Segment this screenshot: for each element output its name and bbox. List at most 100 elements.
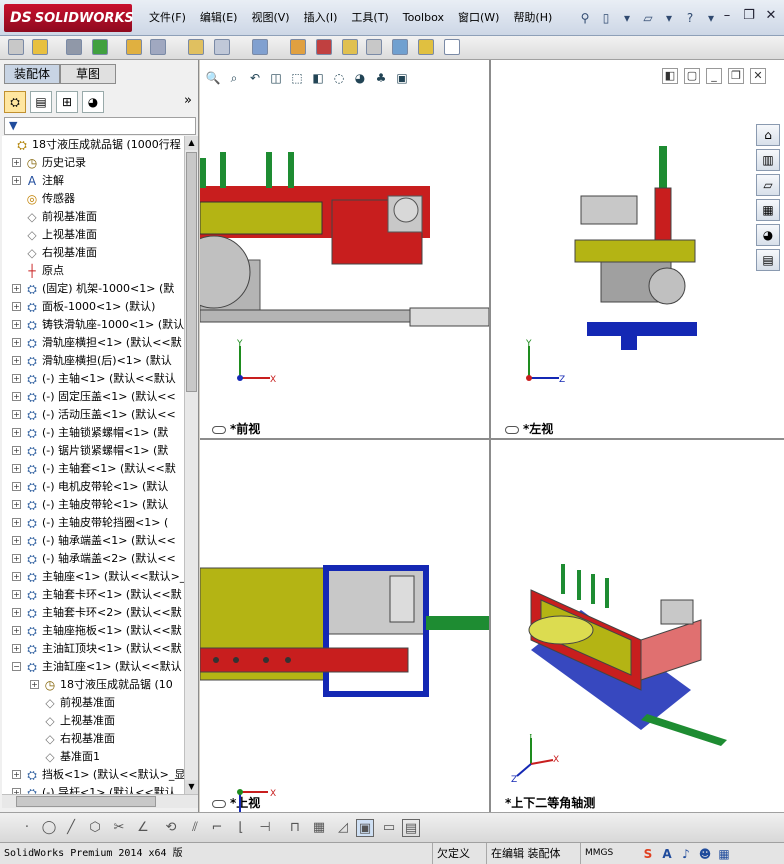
tab-assembly[interactable]: 装配体: [4, 64, 60, 84]
point-icon[interactable]: ·: [18, 819, 36, 837]
feature-manager-icon[interactable]: ⛭: [4, 91, 26, 113]
viewport-horizontal-splitter[interactable]: [200, 438, 784, 440]
appearance-manager-icon[interactable]: ◕: [82, 91, 104, 113]
linear-pattern-icon[interactable]: [92, 39, 108, 55]
instant3d-icon[interactable]: [444, 39, 460, 55]
expand-icon[interactable]: +: [12, 356, 21, 365]
status-units[interactable]: MMGS: [580, 843, 617, 864]
expand-icon[interactable]: +: [12, 158, 21, 167]
tree-item[interactable]: + ⛭ 主轴座<1> (默认<<默认>_: [2, 568, 184, 586]
new-motion-study-icon[interactable]: [290, 39, 306, 55]
expand-icon[interactable]: +: [12, 446, 21, 455]
tree-item[interactable]: ◇ 右视基准面: [2, 730, 184, 748]
tree-item[interactable]: + ⛭ 主油缸顶块<1> (默认<<默: [2, 640, 184, 658]
expand-icon[interactable]: +: [12, 500, 21, 509]
trim-icon[interactable]: ✂: [110, 819, 128, 837]
tree-item[interactable]: + ⛭ 挡板<1> (默认<<默认>_显: [2, 766, 184, 784]
hide-show-items-icon[interactable]: ◌: [330, 69, 348, 87]
tree-item[interactable]: + ⛭ (-) 导杆<1> (默认<<默认: [2, 784, 184, 794]
custom-properties-icon[interactable]: ▤: [756, 249, 780, 271]
single-view-icon[interactable]: ▢: [684, 68, 700, 84]
exploded-view-icon[interactable]: [342, 39, 358, 55]
hide-panel-icon[interactable]: ▭: [380, 819, 398, 837]
tree-item[interactable]: + ⛭ (-) 主轴<1> (默认<<默认: [2, 370, 184, 388]
menu-edit[interactable]: 编辑(E): [193, 0, 245, 36]
tree-item[interactable]: + ⛭ (-) 轴承端盖<1> (默认<<: [2, 532, 184, 550]
corner-icon[interactable]: ⌊: [232, 819, 250, 837]
menu-toolbox[interactable]: Toolbox: [396, 0, 451, 36]
menu-tools[interactable]: 工具(T): [344, 0, 395, 36]
solidworks-logo[interactable]: DS SOLIDWORKS: [4, 4, 134, 32]
tree-item[interactable]: + ⛭ (-) 主轴皮带轮<1> (默认: [2, 496, 184, 514]
tree-item[interactable]: + A 注解: [2, 172, 184, 190]
menu-help[interactable]: 帮助(H): [506, 0, 559, 36]
expand-icon[interactable]: +: [12, 374, 21, 383]
line-icon[interactable]: ╱: [62, 819, 80, 837]
tree-item[interactable]: ◇ 前视基准面: [2, 208, 184, 226]
view-palette-icon[interactable]: ▦: [756, 199, 780, 221]
edit-appearance-icon[interactable]: ◕: [351, 69, 369, 87]
dropdown-arrow-icon[interactable]: ▾: [618, 9, 636, 27]
scroll-up-arrow-icon[interactable]: ▲: [185, 136, 198, 150]
close-icon[interactable]: ✕: [750, 68, 766, 84]
polygon-icon[interactable]: ⬡: [86, 819, 104, 837]
apply-scene-icon[interactable]: ♣: [372, 69, 390, 87]
open-folder-icon[interactable]: ▱: [639, 9, 657, 27]
home-icon[interactable]: ⌂: [756, 124, 780, 146]
scroll-thumb[interactable]: [16, 796, 156, 807]
tree-item[interactable]: + ⛭ 主轴座拖板<1> (默认<<默: [2, 622, 184, 640]
scroll-down-arrow-icon[interactable]: ▼: [185, 780, 198, 794]
tree-item[interactable]: + ⛭ (-) 主轴套<1> (默认<<默: [2, 460, 184, 478]
menu-view[interactable]: 视图(V): [244, 0, 296, 36]
expand-icon[interactable]: +: [12, 302, 21, 311]
zoom-to-fit-icon[interactable]: 🔍: [204, 69, 222, 87]
appearances-icon[interactable]: ◕: [756, 224, 780, 246]
tree-vertical-scrollbar[interactable]: ▲ ▼: [184, 136, 198, 794]
tree-item[interactable]: + ⛭ (固定) 机架-1000<1> (默: [2, 280, 184, 298]
tree-item[interactable]: + ⛭ (-) 主轴锁紧螺帽<1> (默: [2, 424, 184, 442]
property-manager-icon[interactable]: ▤: [30, 91, 52, 113]
menu-file[interactable]: 文件(F): [142, 0, 193, 36]
menu-window[interactable]: 窗口(W): [451, 0, 506, 36]
link-views-icon[interactable]: [212, 425, 226, 434]
tree-item[interactable]: ◇ 基准面1: [2, 748, 184, 766]
pin-icon[interactable]: ⚲: [576, 9, 594, 27]
file-explorer-icon[interactable]: ▱: [756, 174, 780, 196]
zoom-to-area-icon[interactable]: ⌕: [225, 69, 243, 87]
show-hidden-icon[interactable]: [188, 39, 204, 55]
tab-sketch[interactable]: 草图: [60, 64, 116, 84]
tree-item[interactable]: − ⛭ 主油缸座<1> (默认<<默认: [2, 658, 184, 676]
smart-dimension-icon[interactable]: ⊓: [286, 819, 304, 837]
tree-horizontal-scrollbar[interactable]: [2, 794, 198, 808]
tree-item[interactable]: + ⛭ (-) 主轴皮带轮挡圈<1> (: [2, 514, 184, 532]
previous-view-icon[interactable]: ↶: [246, 69, 264, 87]
tree-filter[interactable]: ▼: [4, 117, 196, 135]
display-style-icon[interactable]: ◧: [309, 69, 327, 87]
expand-icon[interactable]: +: [12, 626, 21, 635]
tree-item[interactable]: ◇ 上视基准面: [2, 712, 184, 730]
mirror-icon[interactable]: ⫽: [186, 819, 204, 837]
viewport-isometric[interactable]: *上下二等角轴测 Y X Z: [491, 440, 784, 812]
help-icon[interactable]: ?: [681, 9, 699, 27]
dropdown-arrow-icon[interactable]: ▾: [660, 9, 678, 27]
restore-icon[interactable]: ❐: [740, 8, 758, 26]
expand-icon[interactable]: +: [12, 590, 21, 599]
angle-icon[interactable]: ∠: [134, 819, 152, 837]
viewport-left[interactable]: *左视 Y Z: [491, 60, 784, 438]
expand-icon[interactable]: +: [12, 554, 21, 563]
expand-icon[interactable]: +: [12, 482, 21, 491]
viewport-front[interactable]: *前视 Y X: [200, 60, 489, 438]
expand-icon[interactable]: +: [12, 320, 21, 329]
expand-icon[interactable]: +: [12, 518, 21, 527]
3d-sketch-icon[interactable]: ▣: [356, 819, 374, 837]
ime-voice-icon[interactable]: ♪: [678, 846, 694, 862]
minimize-icon[interactable]: –: [718, 8, 736, 26]
link-views-icon[interactable]: ◧: [662, 68, 678, 84]
expand-icon[interactable]: +: [12, 644, 21, 653]
expand-icon[interactable]: +: [12, 284, 21, 293]
tree-item[interactable]: + ⛭ 滑轨座横担(后)<1> (默认: [2, 352, 184, 370]
dimension-icon[interactable]: ⊣: [256, 819, 274, 837]
table-icon[interactable]: ▤: [402, 819, 420, 837]
move-component-icon[interactable]: [150, 39, 166, 55]
ime-mode-icon[interactable]: A: [659, 846, 675, 862]
